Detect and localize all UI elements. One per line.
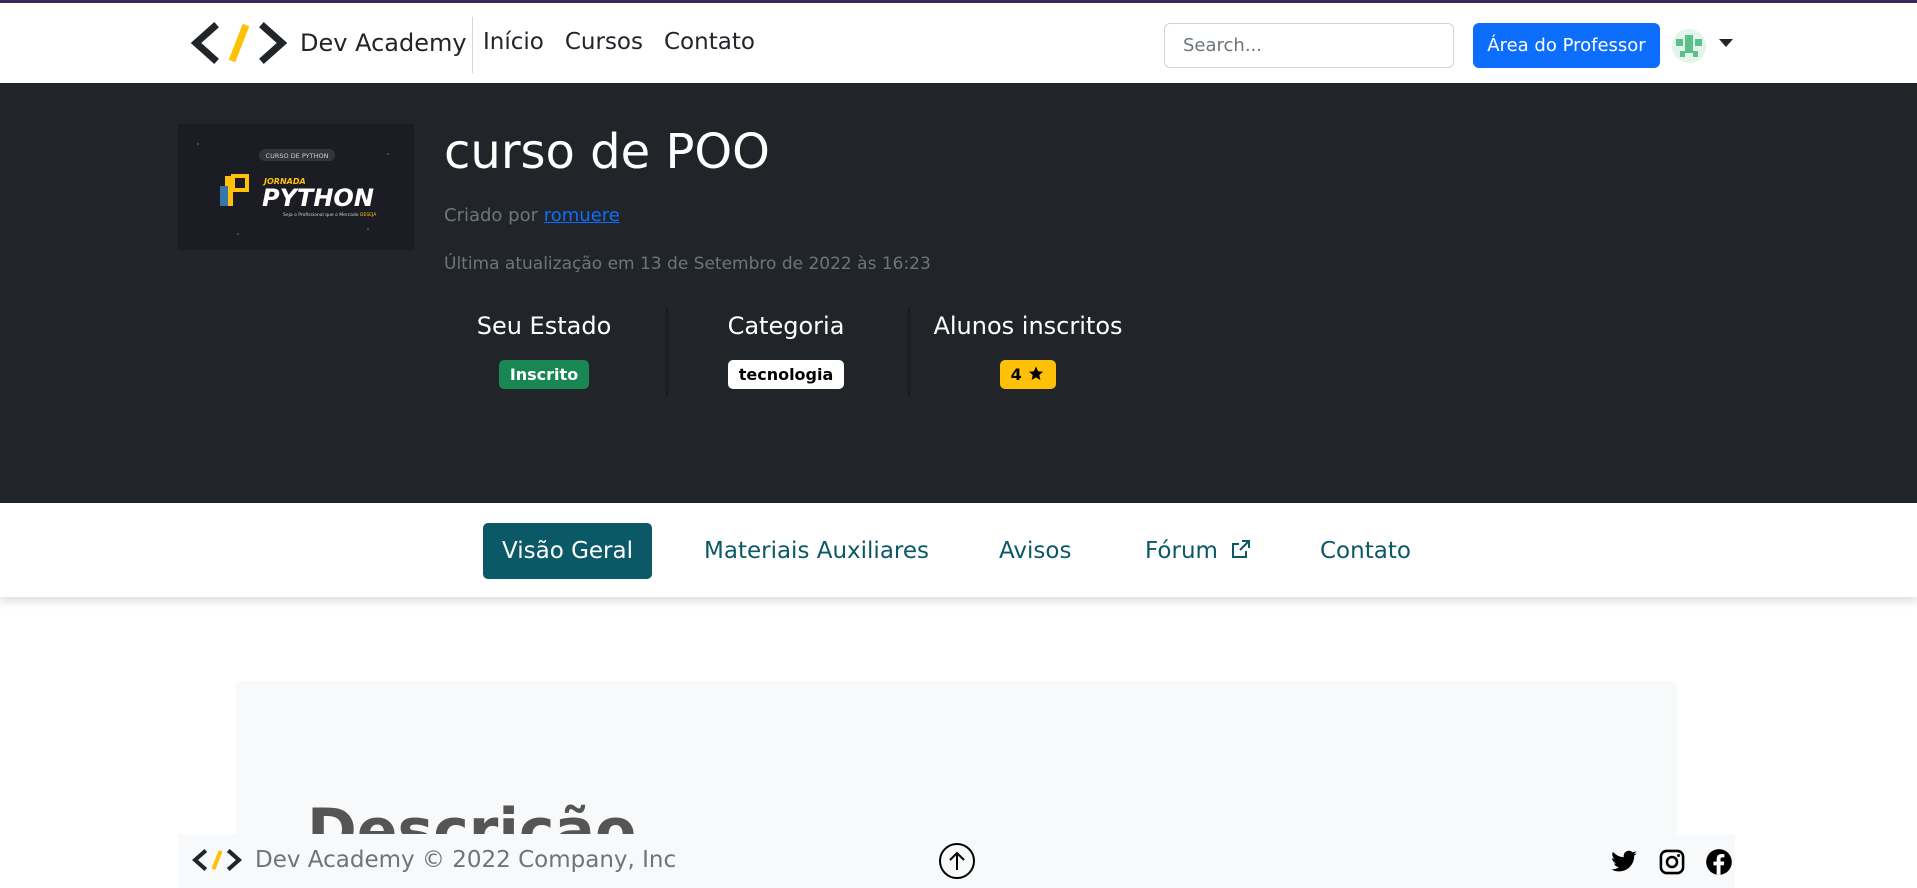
status-badge: Inscrito (498, 360, 590, 389)
search-input[interactable] (1164, 23, 1454, 68)
tab-forum-label: Fórum (1145, 538, 1218, 564)
course-title: curso de POO (444, 124, 770, 180)
nav-link-inicio[interactable]: Início (483, 29, 544, 55)
chevron-down-icon[interactable] (1719, 39, 1733, 47)
nav-divider (472, 17, 473, 73)
students-badge: 4 (999, 360, 1057, 389)
arrow-up-circle-icon[interactable] (938, 842, 976, 880)
instagram-icon[interactable] (1658, 848, 1686, 876)
tab-visao-geral[interactable]: Visão Geral (483, 523, 652, 579)
star-icon (1029, 366, 1044, 381)
course-thumbnail: CURSO DE PYTHON JORNADA PYTHON Seja o Pr… (178, 124, 414, 250)
nav-link-cursos[interactable]: Cursos (565, 29, 643, 55)
course-tabs: Visão Geral Materiais Auxiliares Avisos … (0, 503, 1917, 597)
stat-label: Categoria (727, 312, 845, 340)
nav-links: Início Cursos Contato (483, 29, 776, 55)
top-navbar: Dev Academy Início Cursos Contato Área d… (0, 0, 1917, 83)
avatar[interactable] (1672, 29, 1706, 63)
stat-divider (908, 308, 910, 396)
stat-divider (666, 308, 668, 396)
svg-text:CURSO DE PYTHON: CURSO DE PYTHON (266, 152, 329, 160)
code-logo-icon[interactable] (192, 848, 242, 872)
stat-students: Alunos inscritos 4 (928, 312, 1128, 389)
tab-forum[interactable]: Fórum (1145, 523, 1253, 579)
footer-copyright: Dev Academy © 2022 Company, Inc (255, 847, 677, 873)
tab-materiais-auxiliares[interactable]: Materiais Auxiliares (704, 523, 929, 579)
course-author: Criado por romuere (444, 205, 620, 226)
identicon-icon (1676, 35, 1702, 57)
svg-text:Seja o Profissional que o Merc: Seja o Profissional que o Mercado DESEJA (283, 212, 377, 218)
tab-avisos[interactable]: Avisos (999, 523, 1071, 579)
stat-status: Seu Estado Inscrito (444, 312, 644, 389)
stat-category: Categoria tecnologia (686, 312, 886, 389)
stat-label: Alunos inscritos (933, 312, 1123, 340)
author-link[interactable]: romuere (544, 205, 620, 226)
category-badge: tecnologia (727, 360, 845, 389)
last-updated: Última atualização em 13 de Setembro de … (444, 254, 931, 274)
created-by-label: Criado por (444, 205, 538, 226)
teacher-area-button[interactable]: Área do Professor (1473, 23, 1660, 68)
external-link-icon (1232, 540, 1251, 558)
nav-link-contato[interactable]: Contato (664, 29, 755, 55)
stat-label: Seu Estado (476, 312, 612, 340)
brand[interactable]: Dev Academy (190, 21, 467, 65)
tab-contato[interactable]: Contato (1320, 523, 1411, 579)
footer: Dev Academy © 2022 Company, Inc (178, 834, 1735, 888)
brand-name: Dev Academy (300, 29, 467, 57)
twitter-icon[interactable] (1610, 848, 1638, 876)
facebook-icon[interactable] (1705, 848, 1733, 876)
code-logo-icon (190, 22, 288, 64)
students-count: 4 (1010, 365, 1022, 384)
svg-text:PYTHON: PYTHON (262, 184, 374, 212)
